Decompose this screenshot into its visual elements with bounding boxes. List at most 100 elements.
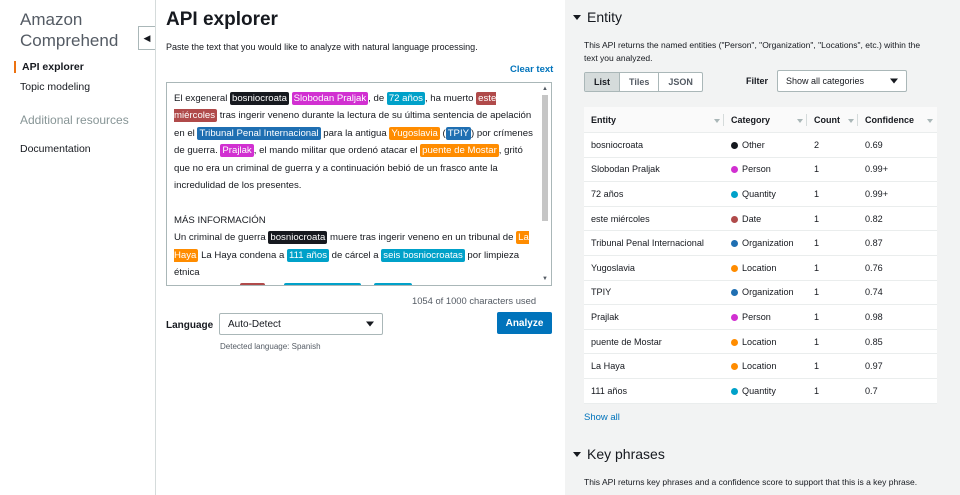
entity-highlight[interactable]: 2013 xyxy=(239,283,265,285)
sidebar-item-topic-modeling[interactable]: Topic modeling xyxy=(20,81,90,93)
sidebar-heading-additional-resources: Additional resources xyxy=(20,113,129,127)
text-run: de cárcel a xyxy=(329,249,382,261)
category-cell: Location xyxy=(724,337,807,347)
sort-icon[interactable] xyxy=(797,118,803,123)
category-cell: Organization xyxy=(724,238,807,248)
category-cell: Person xyxy=(724,164,807,174)
text-run: de cárcel por crímenes de xyxy=(412,284,526,285)
entity-cell: 72 años xyxy=(591,188,624,199)
caret-down-icon xyxy=(366,321,374,327)
language-label: Language xyxy=(166,320,214,331)
count-cell: 1 xyxy=(814,164,820,175)
table-row: Slobodan Praljak Person 1 0.99+ xyxy=(584,158,937,183)
tab-tiles[interactable]: Tiles xyxy=(620,73,660,91)
entity-cell: 111 años xyxy=(591,385,628,396)
table-row: bosniocroata Other 2 0.69 xyxy=(584,133,937,158)
sort-icon[interactable] xyxy=(714,118,720,123)
table-row: TPIY Organization 1 0.74 xyxy=(584,281,937,306)
entity-highlight[interactable]: bosniocroata xyxy=(230,92,289,105)
entity-highlight[interactable]: Yugoslavia xyxy=(389,126,440,140)
entity-cell: Prajlak xyxy=(591,311,619,322)
count-cell: 1 xyxy=(814,361,820,372)
entity-highlight[interactable]: 111 años xyxy=(286,248,330,262)
confidence-cell: 0.99+ xyxy=(865,188,889,199)
tab-list[interactable]: List xyxy=(585,73,621,91)
category-filter-select[interactable]: Show all categories xyxy=(777,70,907,92)
page: Amazon Comprehend API explorer Topic mod… xyxy=(0,0,960,495)
entity-highlight[interactable]: primera instancia xyxy=(283,283,361,285)
clear-text-link[interactable]: Clear text xyxy=(510,64,553,75)
key-phrases-description: This API returns key phrases and a confi… xyxy=(584,477,918,487)
text-run: muere tras ingerir veneno en un tribunal… xyxy=(327,232,517,244)
column-header-confidence[interactable]: Confidence xyxy=(858,107,937,133)
sort-icon[interactable] xyxy=(848,118,854,123)
category-dot-icon xyxy=(731,264,738,272)
scroll-thumb[interactable] xyxy=(542,95,548,221)
tab-json[interactable]: JSON xyxy=(659,73,702,91)
language-select[interactable]: Auto-Detect xyxy=(219,313,383,335)
category-dot-icon xyxy=(731,166,738,174)
chevron-left-icon: ◀ xyxy=(143,32,151,43)
table-header: Entity Category Count Confidence xyxy=(584,107,937,133)
text-input-area[interactable]: El exgeneral bosniocroata Slobodan Pralj… xyxy=(166,82,552,286)
language-select-value: Auto-Detect xyxy=(228,318,281,330)
count-cell: 1 xyxy=(814,213,820,224)
text-run: La Haya condena a xyxy=(198,249,287,261)
text-run: , en xyxy=(265,284,284,285)
entity-highlight[interactable]: seis bosniocroatas xyxy=(381,248,465,262)
entity-cell: bosniocroata xyxy=(591,139,644,150)
paragraph-2: MÁS INFORMACIÓN Un criminal de guerra bos… xyxy=(174,212,534,285)
filter-select-value: Show all categories xyxy=(786,76,865,86)
count-cell: 1 xyxy=(814,238,820,249)
category-cell: Person xyxy=(724,312,807,322)
category-dot-icon xyxy=(731,387,738,395)
category-cell: Location xyxy=(724,263,807,273)
category-dot-icon xyxy=(731,141,738,149)
entity-cell: TPIY xyxy=(591,287,612,298)
confidence-cell: 0.69 xyxy=(865,139,883,150)
count-cell: 2 xyxy=(814,139,820,150)
column-header-count[interactable]: Count xyxy=(807,107,858,133)
table-row: La Haya Location 1 0.97 xyxy=(584,354,937,379)
sidebar-item-documentation[interactable]: Documentation xyxy=(20,143,91,155)
entity-cell: La Haya xyxy=(591,361,625,372)
collapse-sidebar-button[interactable]: ◀ xyxy=(138,26,155,50)
sidebar-item-api-explorer[interactable]: API explorer xyxy=(14,61,84,73)
sort-icon[interactable] xyxy=(927,118,933,123)
entity-cell: este miércoles xyxy=(591,213,650,224)
table-row: este miércoles Date 1 0.82 xyxy=(584,207,937,232)
entity-highlight[interactable]: 20 años xyxy=(374,283,413,285)
entity-highlight[interactable]: TPIY xyxy=(445,126,472,140)
entity-highlight[interactable]: bosniocroata xyxy=(268,231,328,245)
editor-scrollbar[interactable]: ▲ ▼ xyxy=(541,85,549,283)
column-header-entity[interactable]: Entity xyxy=(584,107,724,133)
text-run: , de xyxy=(368,93,387,104)
entity-section-toggle[interactable]: Entity xyxy=(573,9,622,25)
category-cell: Quantity xyxy=(724,189,807,199)
entity-description: This API returns the named entities ("Pe… xyxy=(584,40,921,63)
entity-highlight[interactable]: 72 años xyxy=(386,92,425,105)
analyze-button[interactable]: Analyze xyxy=(497,312,552,334)
show-all-link[interactable]: Show all xyxy=(584,412,620,423)
category-dot-icon xyxy=(731,338,738,346)
category-cell: Other xyxy=(724,140,807,150)
table-row: puente de Mostar Location 1 0.85 xyxy=(584,330,937,355)
category-dot-icon xyxy=(731,240,738,248)
entity-highlight[interactable]: Prajlak xyxy=(220,144,254,158)
text-run: ( xyxy=(439,127,446,139)
scroll-up-icon[interactable]: ▲ xyxy=(541,85,549,93)
entity-highlight[interactable]: Tribunal Penal Internacional xyxy=(197,126,321,140)
column-header-category[interactable]: Category xyxy=(724,107,807,133)
confidence-cell: 0.7 xyxy=(865,385,878,396)
count-cell: 1 xyxy=(814,311,820,322)
category-cell: Quantity xyxy=(724,386,807,396)
entity-highlight[interactable]: Slobodan Praljak xyxy=(291,92,369,105)
key-phrases-section-toggle[interactable]: Key phrases xyxy=(573,446,665,462)
count-cell: 1 xyxy=(814,287,820,298)
confidence-cell: 0.85 xyxy=(865,336,883,347)
confidence-cell: 0.99+ xyxy=(865,164,889,175)
scroll-down-icon[interactable]: ▼ xyxy=(541,275,549,283)
entity-table: Entity Category Count Confidence bosnioc… xyxy=(584,107,937,404)
entity-highlight[interactable]: puente de Mostar xyxy=(420,144,499,158)
table-row: Prajlak Person 1 0.98 xyxy=(584,305,937,330)
